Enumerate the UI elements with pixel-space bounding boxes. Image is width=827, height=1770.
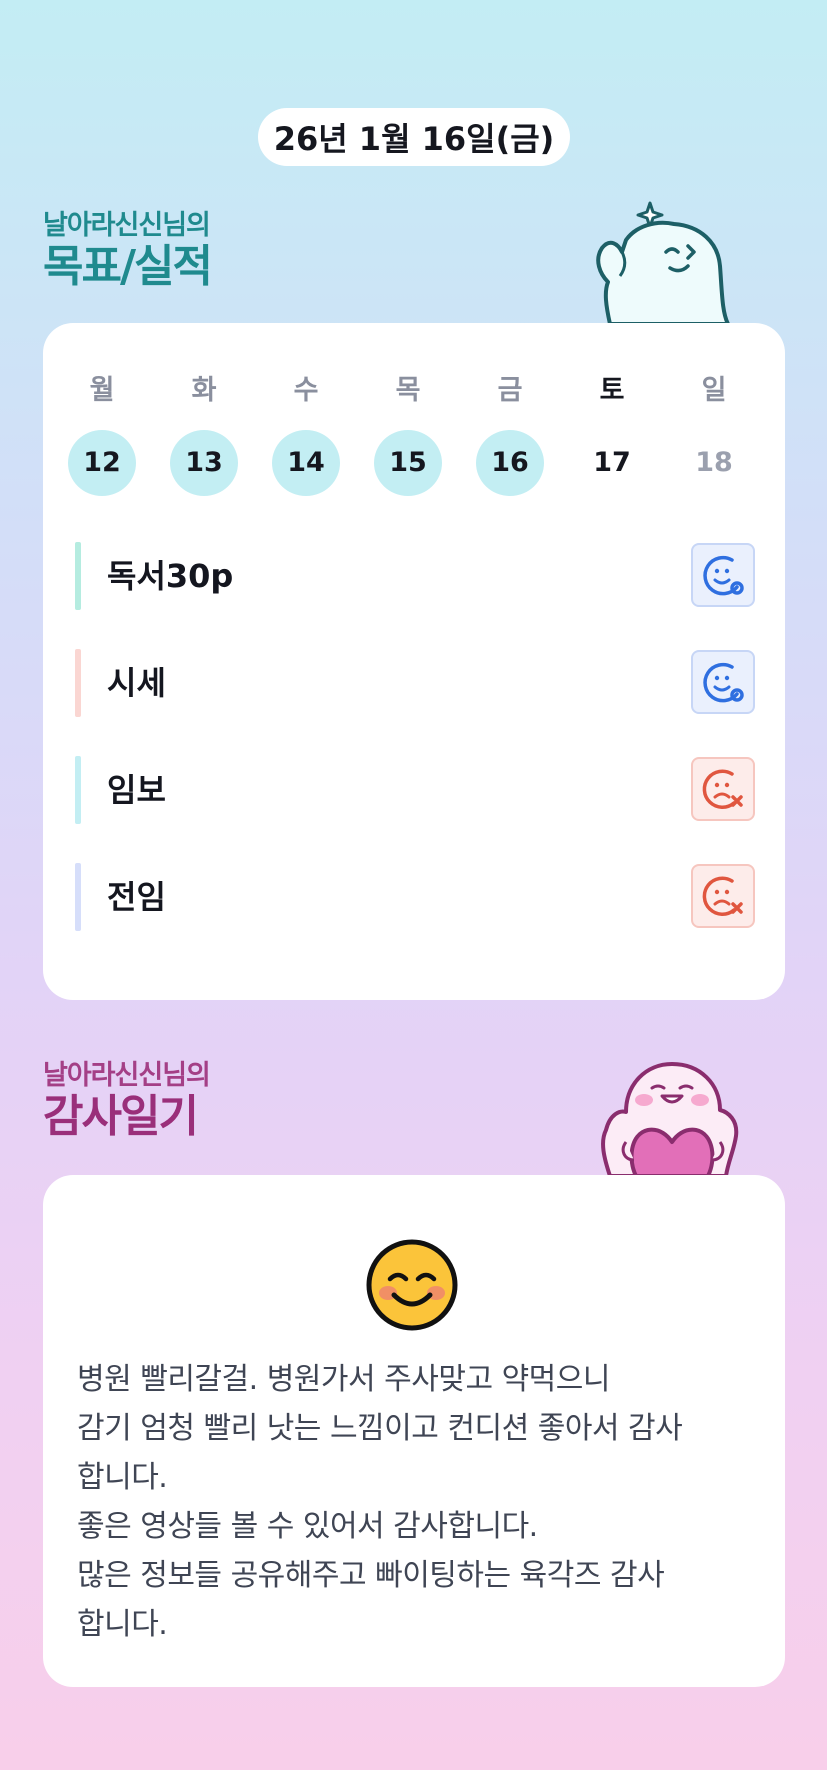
goal-accent-bar: [75, 649, 81, 717]
goal-label: 임보: [107, 771, 166, 809]
goal-label: 전임: [107, 878, 166, 916]
weekday-label: 목: [395, 375, 421, 406]
weekday-label: 수: [293, 375, 319, 406]
weekday-label: 일: [701, 375, 727, 406]
date-display[interactable]: 26년 1월 16일(금): [258, 108, 570, 166]
missed-icon: [701, 874, 745, 918]
goals-card: 월 12 화 13 수 14 목 15 금 16 토 17 일 18 독서30p 시세임보전임: [43, 323, 785, 1000]
goal-row[interactable]: 시세: [75, 649, 755, 717]
goal-row[interactable]: 독서30p: [75, 542, 755, 610]
missed-icon: [701, 767, 745, 811]
goals-title: 목표/실적: [43, 241, 213, 292]
thanks-title: 감사일기: [43, 1091, 199, 1142]
calendar-day-12[interactable]: 12: [68, 430, 136, 496]
thanks-owner: 날아라신신님의: [43, 1060, 211, 1091]
calendar-day-17[interactable]: 17: [578, 430, 646, 496]
heart-mascot-icon: [601, 1062, 739, 1176]
goal-row[interactable]: 임보: [75, 756, 755, 824]
goal-accent-bar: [75, 542, 81, 610]
calendar-day-15[interactable]: 15: [374, 430, 442, 496]
goal-accent-bar: [75, 863, 81, 931]
weekday-label: 월: [89, 375, 115, 406]
weekday-label: 금: [497, 375, 523, 406]
smiling-face-icon: [366, 1239, 458, 1331]
thanks-section-header: 날아라신신님의 감사일기: [43, 1060, 211, 1142]
diary-text: 병원 빨리갈걸. 병원가서 주사맞고 약먹으니 감기 엄청 빨리 낫는 느낌이고…: [77, 1362, 683, 1642]
calendar-day-16[interactable]: 16: [476, 430, 544, 496]
thanks-diary-card: 병원 빨리갈걸. 병원가서 주사맞고 약먹으니 감기 엄청 빨리 낫는 느낌이고…: [43, 1175, 785, 1687]
calendar-day-18[interactable]: 18: [680, 430, 748, 496]
goals-section-header: 날아라신신님의 목표/실적: [43, 210, 213, 292]
achieved-icon: [701, 660, 745, 704]
date-text: 26년 1월 16일(금): [273, 120, 555, 158]
goal-missed-button[interactable]: [691, 864, 755, 928]
achieved-icon: [701, 553, 745, 597]
goal-achieved-button[interactable]: [691, 543, 755, 607]
weekday-label: 토: [599, 375, 625, 406]
calendar-day-14[interactable]: 14: [272, 430, 340, 496]
goals-owner: 날아라신신님의: [43, 210, 211, 241]
goal-label: 독서30p: [107, 557, 234, 595]
goal-accent-bar: [75, 756, 81, 824]
waving-mascot-icon: [596, 201, 730, 324]
goal-label: 시세: [107, 664, 166, 702]
goal-missed-button[interactable]: [691, 757, 755, 821]
calendar-day-13[interactable]: 13: [170, 430, 238, 496]
goal-row[interactable]: 전임: [75, 863, 755, 931]
weekday-label: 화: [191, 375, 217, 406]
goal-achieved-button[interactable]: [691, 650, 755, 714]
